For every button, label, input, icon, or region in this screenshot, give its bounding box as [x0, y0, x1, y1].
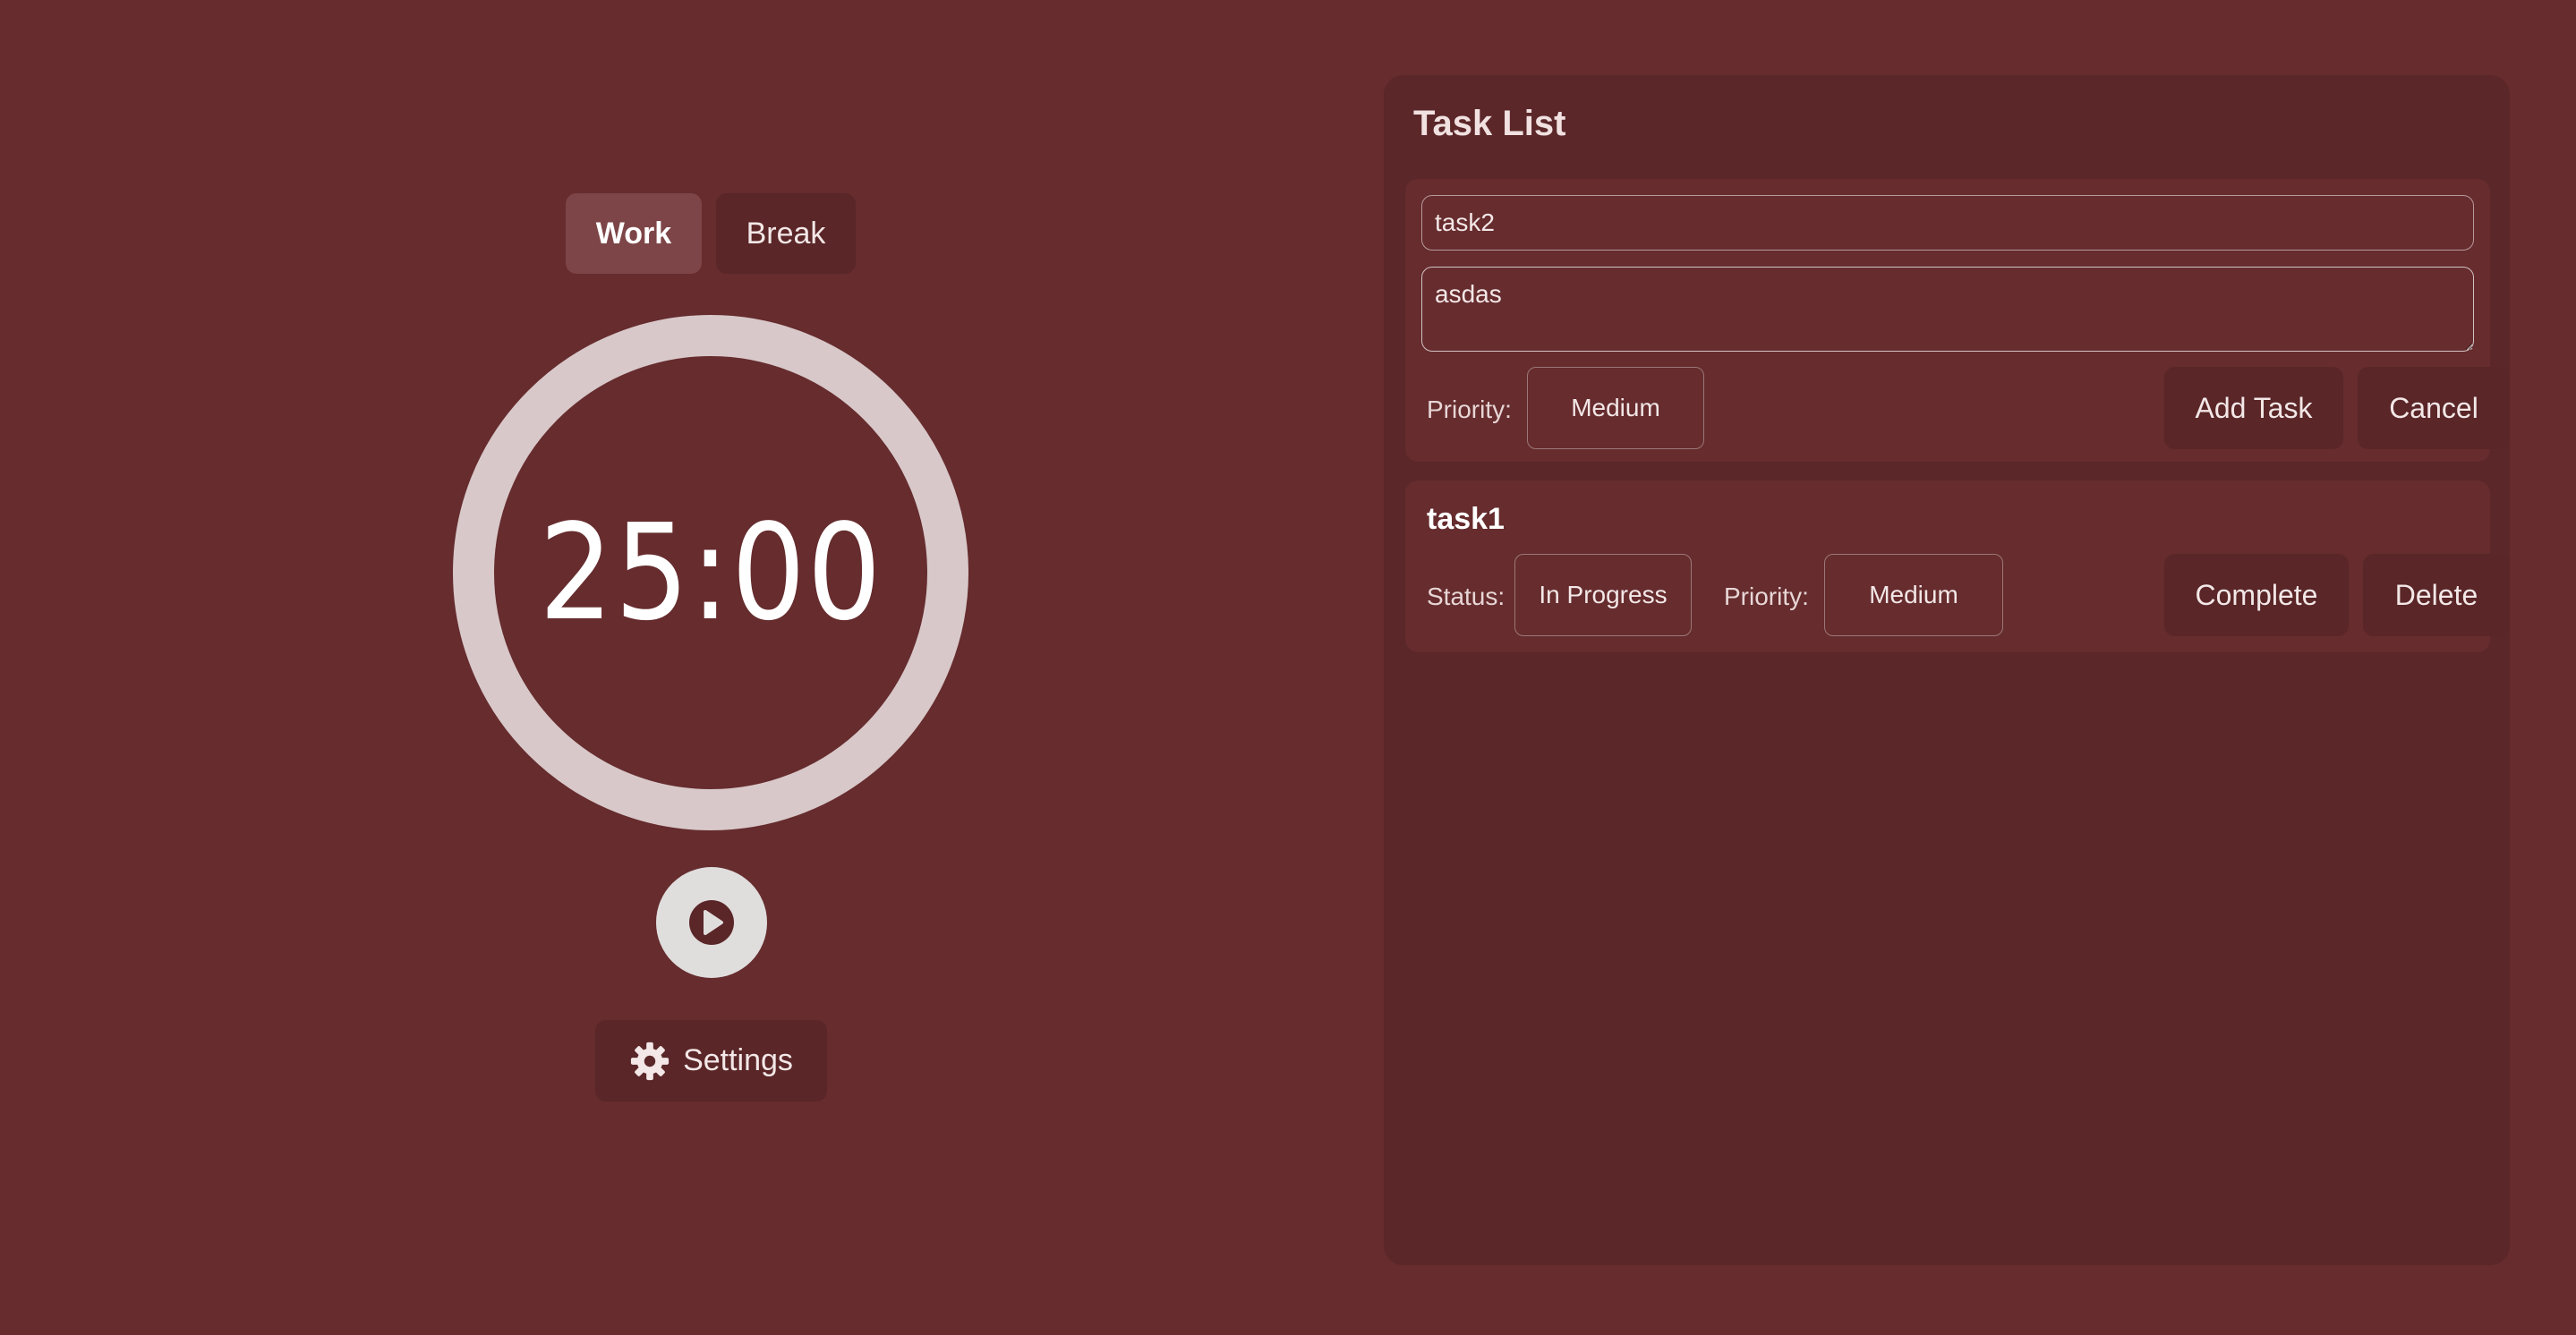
settings-label: Settings	[683, 1043, 793, 1077]
priority-label: Priority:	[1427, 395, 1512, 423]
task-list-title: Task List	[1413, 104, 1566, 143]
task-description-input[interactable]: asdas	[1421, 267, 2474, 352]
settings-button[interactable]: Settings	[595, 1020, 827, 1101]
work-mode-button[interactable]: Work	[566, 193, 702, 274]
task-title-input[interactable]	[1421, 195, 2474, 251]
break-mode-button[interactable]: Break	[716, 193, 856, 274]
priority-select[interactable]: Medium	[1527, 367, 1704, 449]
cancel-button[interactable]: Cancel	[2358, 367, 2510, 449]
mode-tabs: Work Break	[566, 193, 856, 274]
task-controls-row: Status: In Progress Priority: Medium Com…	[1427, 554, 2510, 636]
task-panel: Task List asdas Priority: Medium Add Tas…	[1384, 75, 2510, 1265]
play-icon	[689, 900, 734, 945]
timer-display: 25:00	[538, 496, 883, 650]
play-button[interactable]	[656, 867, 767, 978]
status-select[interactable]: In Progress	[1514, 554, 1692, 636]
task-priority-label: Priority:	[1724, 582, 1809, 610]
status-label: Status:	[1427, 582, 1506, 610]
timer-ring: 25:00	[453, 315, 968, 830]
new-task-form: asdas Priority: Medium Add Task Cancel	[1405, 179, 2510, 462]
complete-button[interactable]: Complete	[2164, 554, 2349, 636]
new-task-options-row: Priority: Medium Add Task Cancel	[1427, 367, 2510, 449]
task-priority-select[interactable]: Medium	[1824, 554, 2003, 636]
add-task-button[interactable]: Add Task	[2164, 367, 2343, 449]
delete-button[interactable]: Delete	[2363, 554, 2510, 636]
task-item: task1 Status: In Progress Priority: Medi…	[1405, 480, 2510, 652]
gear-icon	[630, 1042, 670, 1080]
task-name: task1	[1427, 502, 1505, 536]
